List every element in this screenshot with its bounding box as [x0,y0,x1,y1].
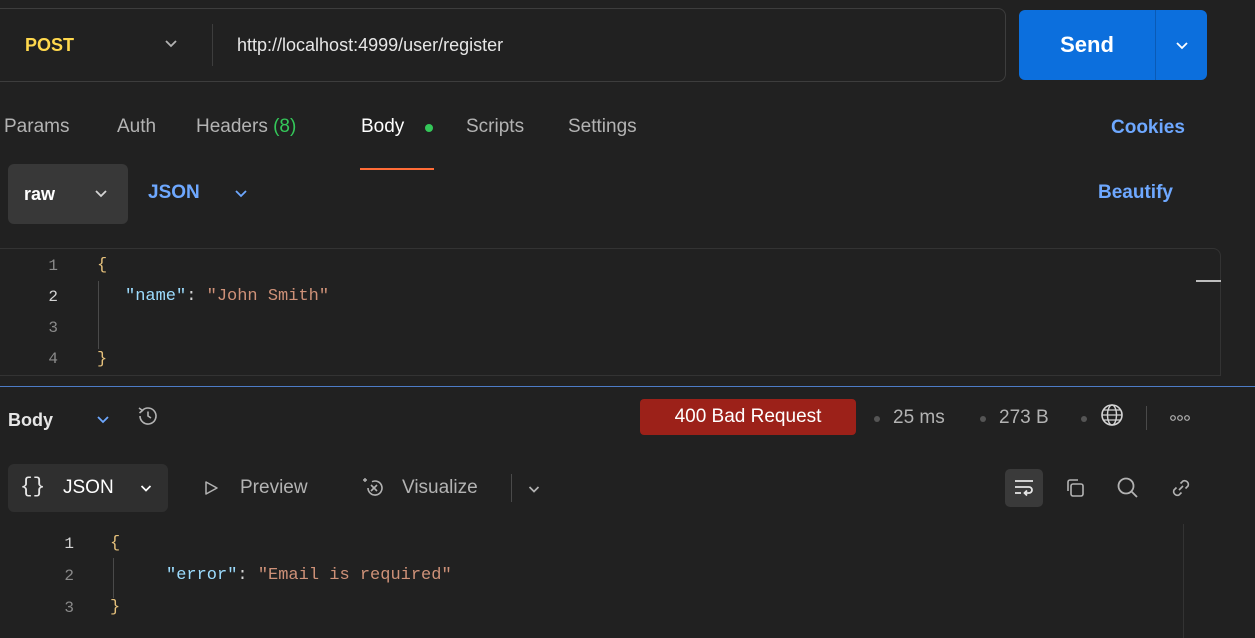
meta-separator [1081,416,1087,422]
json-value: "John Smith" [206,287,330,306]
request-body-editor[interactable]: 1 2 3 4 { "name": "John Smith" } [0,248,1221,376]
url-divider [212,24,213,66]
url-input[interactable] [237,33,977,57]
response-section-select[interactable]: Body [8,410,53,431]
json-key: "error" [166,566,238,585]
response-time[interactable]: 25 ms [893,407,945,429]
tab-headers[interactable]: Headers (8) [196,116,296,138]
chevron-down-icon[interactable] [232,184,250,202]
editor-scrollbar[interactable] [1196,280,1221,282]
chevron-down-icon [95,190,107,198]
meta-divider [1146,406,1147,430]
link-icon[interactable] [1168,475,1194,501]
close-brace: } [110,598,121,617]
headers-count: (8) [273,116,297,137]
code-line: "error": "Email is required" [166,566,452,585]
globe-icon[interactable] [1099,402,1125,428]
line-number: 4 [48,350,58,368]
json-key: "name" [125,287,187,306]
body-language-select[interactable]: JSON [148,182,200,204]
indent-guide [113,558,114,598]
tab-params[interactable]: Params [4,116,69,138]
indent-guide [98,281,99,349]
play-icon[interactable] [202,479,220,497]
send-dropdown-button[interactable] [1156,10,1207,80]
json-value: "Email is required" [257,566,452,585]
chevron-down-icon[interactable] [526,481,542,497]
line-number: 1 [48,257,58,275]
chevron-down-icon [140,485,152,492]
chevron-down-icon[interactable] [162,34,180,52]
status-badge[interactable]: 400 Bad Request [640,399,856,435]
cookies-link[interactable]: Cookies [1111,117,1185,139]
pane-splitter[interactable] [0,386,1255,387]
tab-settings[interactable]: Settings [568,116,637,138]
meta-separator [874,416,880,422]
meta-separator [980,416,986,422]
code-line: "name": "John Smith" [125,287,329,306]
braces-icon: {} [20,476,46,499]
send-button[interactable]: Send [1019,10,1155,80]
visualize-icon[interactable] [360,474,388,502]
line-number: 3 [48,319,58,337]
tab-auth[interactable]: Auth [117,116,156,138]
tab-body[interactable]: Body [361,116,404,138]
tab-scripts[interactable]: Scripts [466,116,524,138]
body-mode-label: raw [24,184,56,204]
open-brace: { [110,534,121,553]
visualize-tab[interactable]: Visualize [402,477,478,499]
search-icon[interactable] [1115,475,1141,501]
chevron-down-icon[interactable] [94,410,112,428]
more-icon[interactable] [1168,412,1192,424]
beautify-button[interactable]: Beautify [1098,182,1173,204]
line-number: 3 [64,599,74,617]
active-tab-indicator [360,168,434,170]
method-select[interactable]: POST [25,35,74,56]
response-size[interactable]: 273 B [999,407,1049,429]
tab-headers-label: Headers [196,116,268,137]
close-brace: } [97,350,108,369]
chevron-down-icon [1175,42,1188,50]
json-colon: : [186,287,207,306]
response-scrollbar[interactable] [1183,524,1207,638]
line-number: 2 [64,567,74,585]
wrap-icon [1015,480,1033,497]
line-number: 1 [64,535,74,553]
history-icon[interactable] [134,402,162,430]
preview-tab[interactable]: Preview [240,477,308,499]
visualize-divider [511,474,512,502]
body-modified-dot [425,124,433,132]
response-format-label: JSON [63,477,114,498]
open-brace: { [97,256,108,275]
copy-icon[interactable] [1062,475,1088,501]
json-colon: : [237,566,258,585]
line-number: 2 [48,288,58,306]
